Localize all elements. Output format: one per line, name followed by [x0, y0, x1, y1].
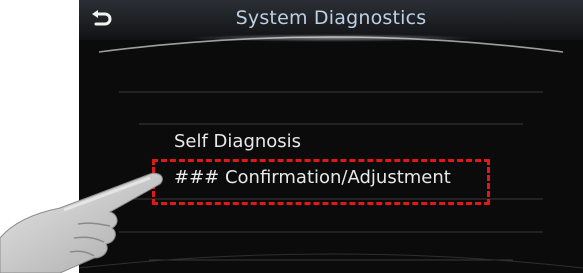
menu-item-self-diagnosis[interactable]: Self Diagnosis	[174, 131, 301, 152]
highlight-box	[152, 159, 490, 205]
pointing-hand-icon	[0, 172, 163, 273]
screenshot: System Diagnostics Self Diagnosis ### Co…	[0, 0, 583, 273]
page-title: System Diagnostics	[235, 7, 427, 29]
